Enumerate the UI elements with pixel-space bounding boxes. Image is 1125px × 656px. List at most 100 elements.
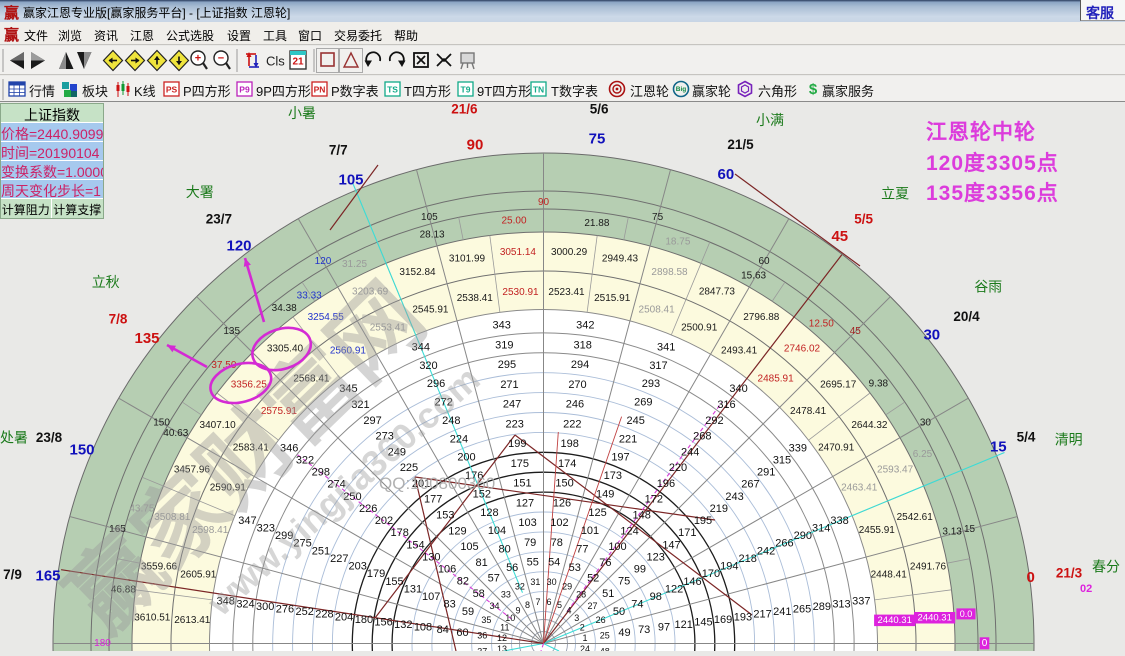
svg-text:小满: 小满: [756, 112, 784, 128]
svg-text:194: 194: [720, 561, 738, 573]
svg-text:23/8: 23/8: [36, 430, 63, 445]
svg-text:276: 276: [276, 604, 294, 616]
svg-text:135: 135: [223, 326, 240, 337]
svg-text:28.13: 28.13: [420, 229, 445, 240]
svg-text:2515.91: 2515.91: [594, 293, 631, 304]
svg-text:5: 5: [557, 600, 562, 610]
svg-text:60: 60: [758, 256, 770, 267]
svg-text:20/4: 20/4: [953, 309, 980, 324]
svg-text:9: 9: [515, 605, 520, 615]
svg-text:73: 73: [638, 624, 650, 636]
svg-text:15: 15: [964, 524, 976, 535]
svg-text:2523.41: 2523.41: [548, 287, 585, 298]
svg-text:18.75: 18.75: [665, 236, 690, 247]
svg-text:343: 343: [493, 320, 511, 332]
svg-text:247: 247: [503, 399, 521, 411]
svg-text:150: 150: [555, 478, 573, 490]
svg-text:26: 26: [596, 615, 606, 625]
svg-text:1: 1: [582, 633, 587, 643]
svg-text:223: 223: [506, 418, 524, 430]
svg-text:218: 218: [739, 553, 757, 565]
svg-text:202: 202: [375, 515, 393, 527]
svg-text:7: 7: [535, 597, 540, 607]
svg-text:0: 0: [1027, 569, 1035, 586]
svg-text:98: 98: [650, 591, 662, 603]
svg-text:15.63: 15.63: [741, 270, 766, 281]
svg-text:102: 102: [550, 517, 568, 529]
svg-text:193: 193: [734, 611, 752, 623]
svg-text:338: 338: [830, 515, 848, 527]
svg-text:145: 145: [694, 616, 712, 628]
svg-text:+: +: [195, 53, 201, 65]
svg-text:125: 125: [588, 507, 606, 519]
svg-text:245: 245: [627, 415, 645, 427]
svg-text:80: 80: [498, 544, 510, 556]
svg-text:32: 32: [515, 581, 525, 591]
svg-text:290: 290: [794, 530, 812, 542]
svg-text:75: 75: [618, 576, 630, 588]
svg-text:30: 30: [547, 577, 557, 587]
svg-text:27: 27: [587, 601, 597, 611]
svg-text:300: 300: [256, 601, 274, 613]
svg-text:197: 197: [611, 452, 629, 464]
svg-text:2949.43: 2949.43: [602, 254, 639, 265]
svg-text:120: 120: [226, 238, 251, 255]
svg-text:318: 318: [574, 340, 592, 352]
svg-text:179: 179: [367, 568, 385, 580]
svg-text:2847.73: 2847.73: [699, 286, 736, 297]
svg-text:2530.91: 2530.91: [502, 287, 539, 298]
svg-text:45: 45: [831, 228, 848, 245]
svg-text:2440.31: 2440.31: [878, 615, 912, 626]
svg-text:228: 228: [315, 609, 333, 621]
svg-text:3101.99: 3101.99: [449, 254, 486, 265]
svg-text:120: 120: [315, 256, 332, 267]
svg-text:2440.31: 2440.31: [918, 612, 952, 623]
svg-text:立夏: 立夏: [881, 186, 909, 202]
svg-text:清明: 清明: [1055, 431, 1083, 447]
svg-text:75: 75: [652, 212, 664, 223]
svg-text:147: 147: [662, 539, 680, 551]
svg-text:45: 45: [850, 326, 862, 337]
svg-text:PN: PN: [314, 85, 326, 95]
svg-text:135: 135: [134, 330, 159, 347]
svg-text:小暑: 小暑: [288, 105, 316, 121]
svg-text:269: 269: [634, 397, 652, 409]
svg-text:30: 30: [923, 327, 940, 344]
svg-text:5/5: 5/5: [854, 212, 873, 227]
svg-text:131: 131: [404, 583, 422, 595]
svg-text:204: 204: [335, 611, 353, 623]
svg-text:196: 196: [657, 478, 675, 490]
svg-text:TS: TS: [387, 85, 398, 95]
svg-text:313: 313: [832, 598, 850, 610]
svg-text:57: 57: [488, 573, 500, 585]
svg-text:37: 37: [477, 647, 487, 651]
svg-text:21/6: 21/6: [451, 102, 478, 117]
svg-text:Cls: Cls: [266, 54, 285, 69]
svg-text:243: 243: [725, 491, 743, 503]
svg-text:13: 13: [497, 644, 507, 651]
svg-text:0.0: 0.0: [960, 609, 973, 619]
svg-text:105: 105: [421, 212, 438, 223]
svg-text:53: 53: [569, 562, 581, 574]
svg-text:200: 200: [457, 452, 475, 464]
svg-text:153: 153: [436, 510, 454, 522]
svg-text:99: 99: [634, 564, 646, 576]
svg-text:155: 155: [385, 576, 403, 588]
svg-text:319: 319: [495, 340, 513, 352]
svg-text:2448.41: 2448.41: [871, 569, 908, 580]
svg-text:180: 180: [355, 614, 373, 626]
svg-text:148: 148: [633, 510, 651, 522]
svg-text:292: 292: [705, 415, 723, 427]
svg-text:2485.91: 2485.91: [758, 373, 795, 384]
svg-text:4: 4: [566, 605, 571, 615]
svg-text:294: 294: [571, 359, 589, 371]
svg-text:60: 60: [718, 166, 735, 183]
svg-text:2695.17: 2695.17: [820, 380, 857, 391]
svg-text:314: 314: [812, 523, 830, 535]
svg-text:79: 79: [524, 537, 536, 549]
svg-text:270: 270: [568, 379, 586, 391]
svg-text:224: 224: [450, 433, 468, 445]
svg-text:P9: P9: [239, 85, 250, 95]
svg-text:2508.41: 2508.41: [639, 305, 676, 316]
svg-text:341: 341: [657, 341, 675, 353]
